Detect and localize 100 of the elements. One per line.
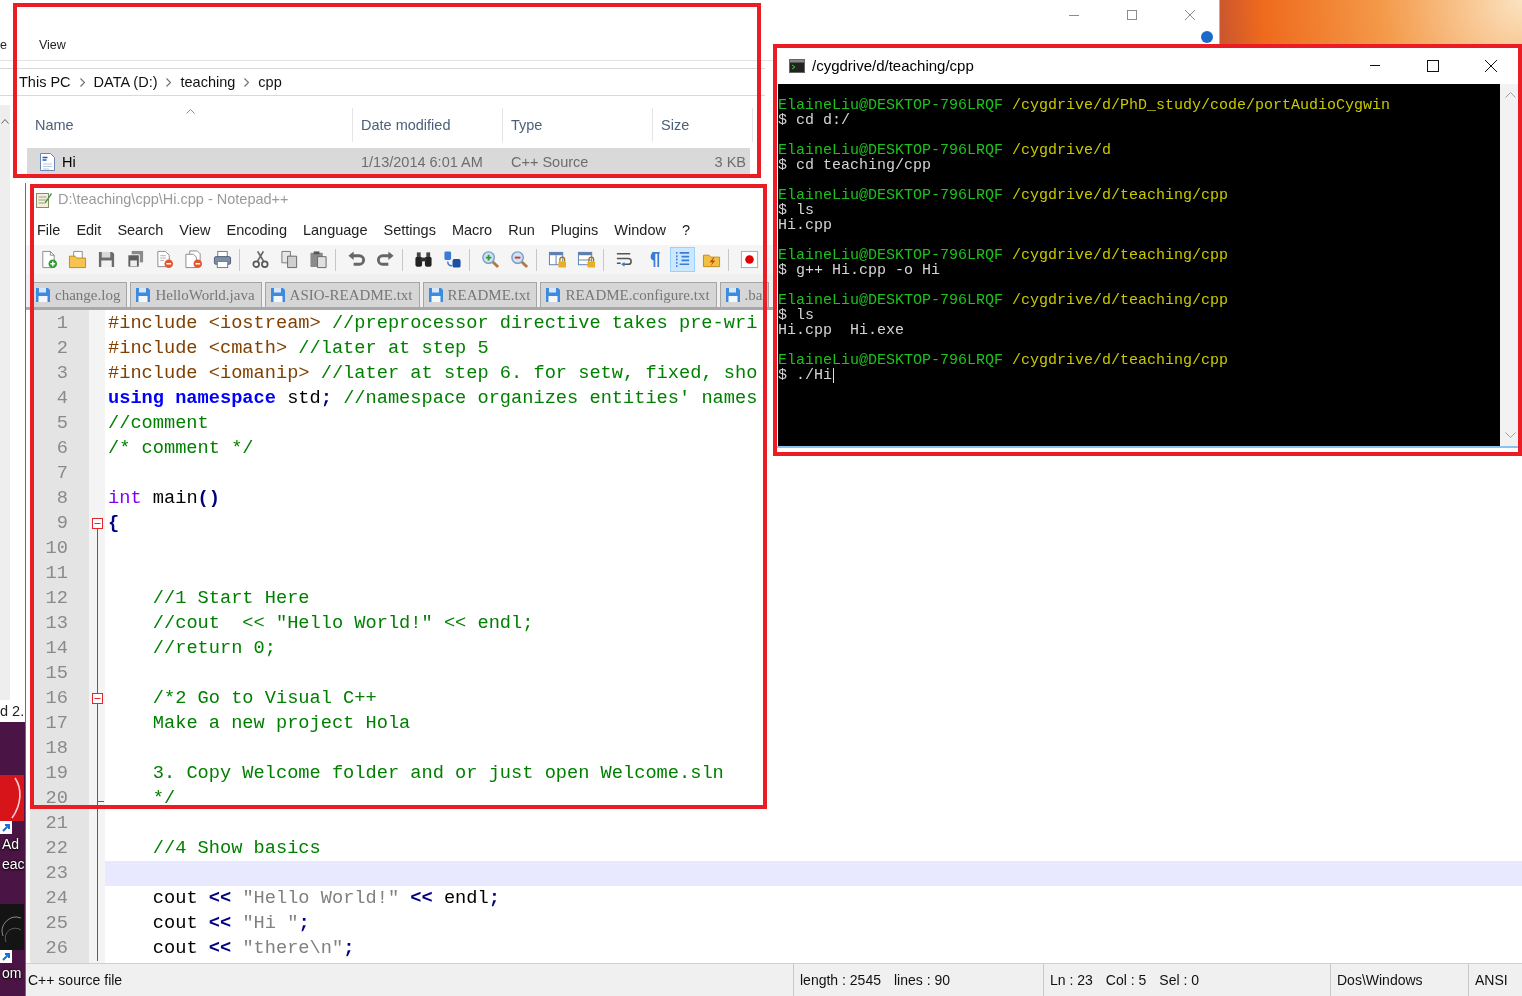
code-line: //comment bbox=[108, 411, 209, 436]
menu-item[interactable]: ? bbox=[681, 222, 690, 238]
prompt-path: /cygdrive/d/PhD_study/code/portAudioCygwin bbox=[1012, 98, 1391, 113]
prompt-user: ElaineLiu@DESKTOP-796LRQF bbox=[778, 143, 1004, 158]
word-wrap-icon bbox=[615, 250, 634, 269]
file-name: Hi bbox=[62, 154, 76, 170]
window-lock-icon bbox=[548, 250, 567, 269]
breadcrumb-item[interactable]: cpp bbox=[258, 74, 282, 90]
status-text: Dos\Windows bbox=[1337, 972, 1423, 988]
menu-item[interactable]: Edit bbox=[76, 222, 102, 238]
zoom-out-icon bbox=[510, 250, 529, 269]
status-text: C++ source file bbox=[28, 972, 123, 988]
desktop-icon-label[interactable]: om bbox=[0, 963, 25, 983]
terminal-command: $ ./Hi bbox=[778, 368, 832, 383]
status-text: lines : 90 bbox=[893, 972, 950, 988]
code-line: //return 0; bbox=[152, 636, 276, 661]
status-text: Ln : 23 bbox=[1050, 972, 1093, 988]
redo-icon bbox=[376, 250, 395, 269]
code-line: #include <cmath> //later at step 5 bbox=[108, 336, 489, 361]
save-all-icon bbox=[126, 250, 145, 269]
terminal-screen[interactable] bbox=[778, 84, 1500, 446]
code-line: 3. Copy Welcome folder and or just open Welcome.sln bbox=[152, 761, 724, 786]
prompt-user: ElaineLiu@DESKTOP-796LRQF bbox=[778, 98, 1004, 113]
status-text: d 2. bbox=[0, 703, 25, 719]
address-bar[interactable]: This PC DATA (D:) teaching cpp bbox=[0, 68, 765, 96]
menu-item[interactable]: Encoding bbox=[226, 222, 287, 238]
code-line: Make a new project Hola bbox=[152, 711, 411, 736]
code-line: */ bbox=[152, 786, 176, 811]
code-line: cout << "there\n"; bbox=[152, 936, 355, 961]
breadcrumb-item[interactable]: teaching bbox=[180, 74, 236, 90]
menu-item[interactable]: Run bbox=[508, 222, 535, 238]
notepad-icon bbox=[36, 190, 52, 208]
binoculars-icon bbox=[414, 250, 433, 269]
ribbon-tab[interactable]: View bbox=[38, 38, 66, 52]
indent-guide-button[interactable] bbox=[670, 247, 695, 272]
column-header[interactable]: Date modified bbox=[353, 108, 503, 142]
window-title: /cygdrive/d/teaching/cpp bbox=[812, 57, 974, 74]
menu-item[interactable]: File bbox=[37, 222, 61, 238]
file-icon bbox=[40, 153, 55, 171]
maximize-icon bbox=[1127, 10, 1137, 20]
prompt-path: /cygdrive/d bbox=[1012, 143, 1112, 158]
status-text: Col : 5 bbox=[1105, 972, 1147, 988]
menu-item[interactable]: Language bbox=[302, 222, 368, 238]
column-header[interactable]: Size bbox=[653, 108, 753, 142]
terminal-command: $ cd teaching/cpp bbox=[778, 158, 932, 173]
fold-box-icon[interactable] bbox=[91, 693, 103, 704]
terminal-output: Hi.cpp Hi.exe bbox=[778, 323, 905, 338]
ribbon-tab[interactable]: e bbox=[0, 38, 7, 52]
prompt-path: /cygdrive/d/teaching/cpp bbox=[1012, 353, 1229, 368]
scroll-up-icon[interactable] bbox=[1504, 92, 1516, 98]
close-all-icon bbox=[184, 250, 203, 269]
scroll-up-icon[interactable] bbox=[1, 119, 9, 124]
printer-icon bbox=[213, 250, 232, 269]
zoom-in-icon bbox=[481, 250, 500, 269]
maximize-icon bbox=[1427, 59, 1439, 72]
scrollbar[interactable] bbox=[1500, 84, 1520, 446]
sort-up-icon bbox=[185, 109, 195, 114]
chevron-icon bbox=[244, 77, 250, 87]
prompt-user: ElaineLiu@DESKTOP-796LRQF bbox=[778, 293, 1004, 308]
prompt-path: /cygdrive/d/teaching/cpp bbox=[1012, 293, 1229, 308]
desktop-icon-label[interactable]: eac bbox=[0, 854, 25, 874]
code-line: #include <iomanip> //later at step 6. for setw, fixed, sho bbox=[108, 361, 758, 386]
menu-item[interactable]: Plugins bbox=[550, 222, 599, 238]
status-text: ANSI bbox=[1475, 972, 1508, 988]
help-icon[interactable] bbox=[1201, 31, 1213, 43]
fold-box-icon[interactable] bbox=[91, 518, 103, 529]
terminal-output: Hi.cpp bbox=[778, 218, 832, 233]
code-line: #include <iostream> //preprocessor directive takes pre-wri bbox=[108, 311, 758, 336]
column-header[interactable]: Name bbox=[27, 108, 353, 142]
breadcrumb-item[interactable]: DATA (D:) bbox=[93, 74, 158, 90]
undo-icon bbox=[347, 250, 366, 269]
code-line: //1 Start Here bbox=[152, 586, 310, 611]
menu-item[interactable]: Window bbox=[614, 222, 666, 238]
column-header[interactable]: Type bbox=[503, 108, 653, 142]
record-icon bbox=[740, 250, 759, 269]
indent-guide-icon bbox=[673, 250, 692, 269]
app-shortcut-icon[interactable] bbox=[0, 904, 24, 963]
menu-item[interactable]: Settings bbox=[383, 222, 436, 238]
code-line: cout << "Hello World!" << endl; bbox=[152, 886, 500, 911]
open-folder-icon bbox=[68, 250, 87, 269]
window-lock-icon bbox=[577, 250, 596, 269]
breadcrumb-item[interactable]: This PC bbox=[19, 74, 71, 90]
app-shortcut-icon[interactable] bbox=[0, 775, 24, 834]
menu-item[interactable]: View bbox=[179, 222, 211, 238]
terminal-command: $ cd d:/ bbox=[778, 113, 850, 128]
file-row[interactable]: Hi 1/13/2014 6:01 AM C++ Source 3 KB bbox=[27, 148, 750, 176]
scroll-down-icon[interactable] bbox=[1504, 432, 1516, 438]
minimize-icon bbox=[1069, 14, 1079, 16]
scrollbar[interactable] bbox=[0, 105, 10, 700]
menu-item[interactable]: Search bbox=[117, 222, 164, 238]
terminal-icon bbox=[789, 58, 805, 73]
code-line: //cout << "Hello World!" << endl; bbox=[152, 611, 534, 636]
text-cursor bbox=[833, 368, 834, 383]
replace-icon bbox=[443, 250, 462, 269]
desktop-icon-label[interactable]: Ad bbox=[0, 834, 25, 854]
scissors-icon bbox=[251, 250, 270, 269]
code-line: //4 Show basics bbox=[152, 836, 321, 861]
menu-item[interactable]: Macro bbox=[451, 222, 493, 238]
terminal-command: $ g++ Hi.cpp -o Hi bbox=[778, 263, 941, 278]
prompt-user: ElaineLiu@DESKTOP-796LRQF bbox=[778, 248, 1004, 263]
